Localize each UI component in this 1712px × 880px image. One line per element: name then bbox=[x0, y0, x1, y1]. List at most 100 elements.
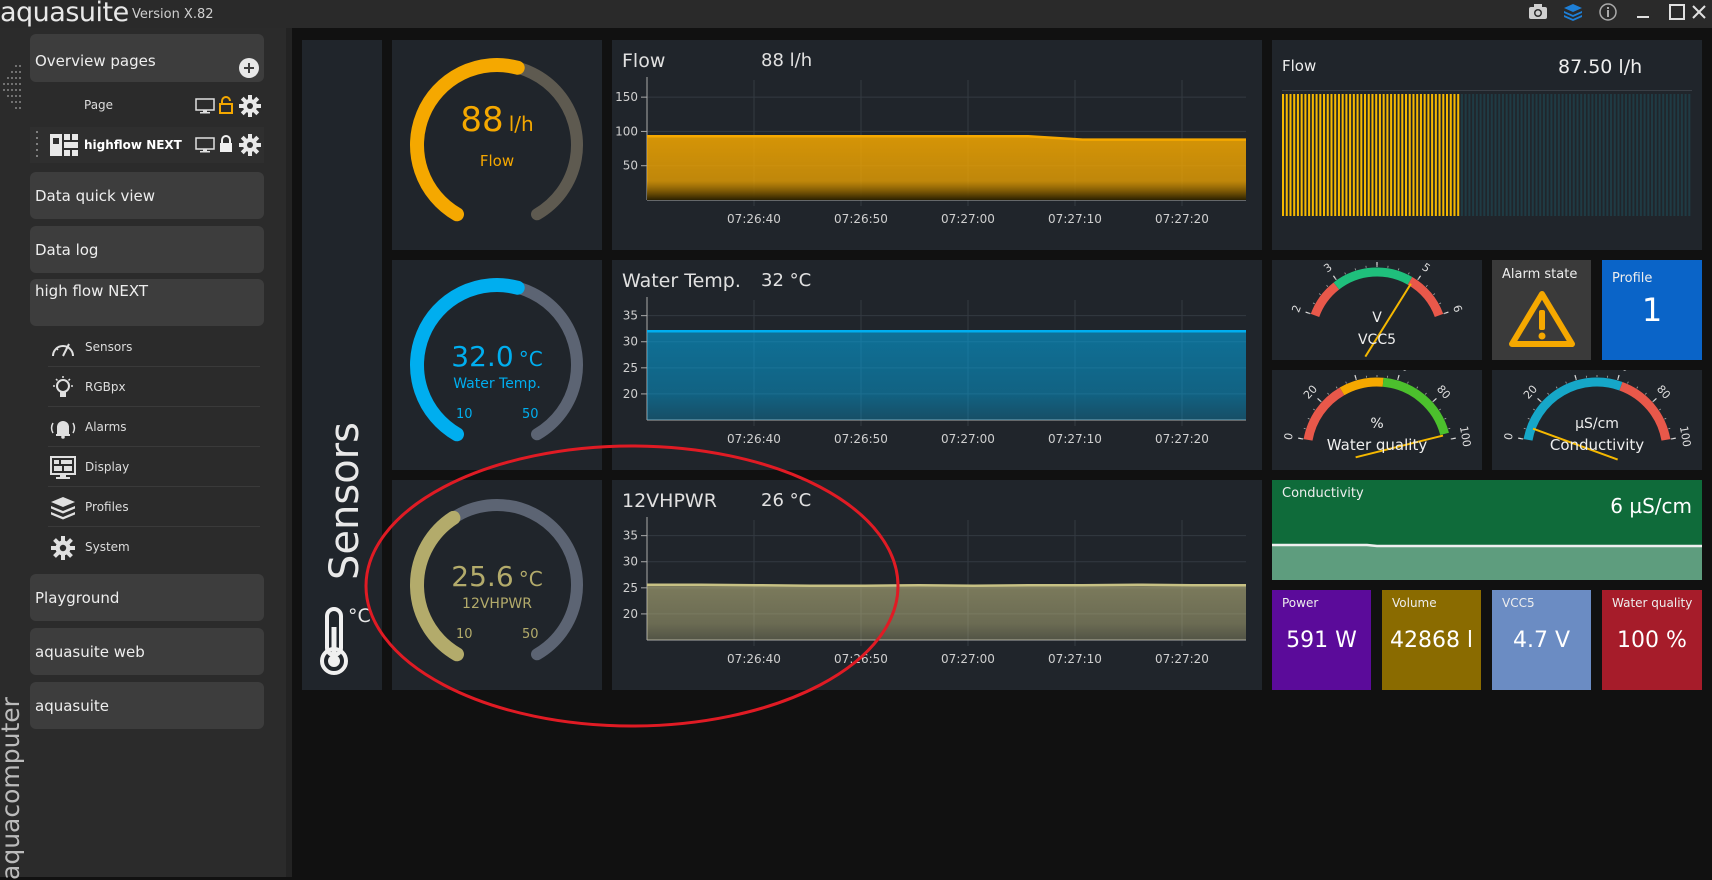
flow-bar-segment bbox=[1632, 94, 1634, 216]
flow-bar-segment bbox=[1606, 94, 1608, 216]
mini-gauge-minor-tick bbox=[1313, 303, 1315, 304]
mini-gauge-water-quality: 020406080100 % Water quality bbox=[1272, 370, 1482, 470]
gauge-value: 32.0 bbox=[451, 340, 513, 373]
mini-gauge-tick-label: 3 bbox=[1321, 261, 1334, 276]
mini-gauge-minor-tick bbox=[1576, 378, 1577, 380]
flow-bar-meter bbox=[1282, 94, 1692, 216]
unlock-icon[interactable] bbox=[219, 96, 233, 114]
mini-gauge-minor-tick bbox=[1335, 278, 1336, 280]
add-page-icon[interactable] bbox=[239, 58, 259, 78]
mini-gauge-label: Water quality bbox=[1272, 436, 1482, 454]
value-tile-title: Water quality bbox=[1612, 596, 1692, 610]
flow-bar-segment-lit bbox=[1282, 94, 1284, 216]
section-aquasuite-web[interactable]: aquasuite web bbox=[30, 628, 264, 675]
section-high-flow-next[interactable]: high flow NEXT bbox=[30, 279, 264, 326]
layers-icon[interactable] bbox=[1560, 2, 1586, 26]
mini-gauge-minor-tick bbox=[1355, 268, 1356, 270]
nav-item-profiles[interactable]: Profiles bbox=[48, 490, 260, 527]
nav-item-label: Sensors bbox=[85, 340, 132, 354]
x-tick-label: 07:27:00 bbox=[941, 212, 995, 226]
value-tile-vcc5[interactable]: VCC5 4.7 V bbox=[1492, 590, 1591, 690]
monitor-icon[interactable] bbox=[195, 98, 215, 114]
mini-gauge-band bbox=[1336, 272, 1410, 286]
nav-item-alarms[interactable]: Alarms bbox=[48, 410, 260, 447]
mini-gauge-unit: µS/cm bbox=[1492, 416, 1702, 432]
mini-gauge-minor-tick bbox=[1426, 285, 1427, 286]
value-tile-power[interactable]: Power 591 W bbox=[1272, 590, 1371, 690]
info-icon[interactable] bbox=[1595, 2, 1621, 26]
page-item-page[interactable]: Page bbox=[30, 88, 264, 124]
profile-tile[interactable]: Profile 1 bbox=[1602, 260, 1702, 360]
page-item-label: highflow NEXT bbox=[84, 138, 182, 152]
flow-bar-segment bbox=[1673, 94, 1675, 216]
flow-bar-segment-lit bbox=[1371, 94, 1373, 216]
lock-icon[interactable] bbox=[219, 135, 233, 153]
mini-gauge-vcc5: 23456 V VCC5 bbox=[1272, 260, 1482, 360]
close-icon[interactable] bbox=[1686, 2, 1712, 26]
minimize-icon[interactable] bbox=[1630, 2, 1656, 26]
section-playground[interactable]: Playground bbox=[30, 574, 264, 621]
mini-gauge-tick-label: 20 bbox=[1521, 383, 1540, 402]
camera-icon[interactable] bbox=[1525, 2, 1551, 26]
conductivity-tile[interactable]: Conductivity 6 µS/cm bbox=[1272, 480, 1702, 580]
x-tick-label: 07:27:20 bbox=[1155, 432, 1209, 446]
flow-bar-segment-lit bbox=[1420, 94, 1422, 216]
value-tile-title: Volume bbox=[1392, 596, 1437, 610]
flow-bar-segment bbox=[1554, 94, 1556, 216]
x-tick-label: 07:27:20 bbox=[1155, 652, 1209, 666]
flow-chart: 07:26:4007:26:5007:27:0007:27:1007:27:20… bbox=[612, 40, 1262, 250]
mini-gauge-minor-tick bbox=[1439, 409, 1441, 410]
flow-bar-segment bbox=[1655, 94, 1657, 216]
gauge-readout: 32.0 °C bbox=[392, 340, 602, 373]
mini-gauge-minor-tick bbox=[1618, 378, 1619, 380]
section-aquasuite[interactable]: aquasuite bbox=[30, 682, 264, 729]
drag-handle-icon[interactable] bbox=[2, 60, 24, 120]
flow-bar-segment bbox=[1476, 94, 1478, 216]
flow-bar-segment-lit bbox=[1345, 94, 1347, 216]
flow-bar-segment bbox=[1573, 94, 1575, 216]
flow-bar-segment-lit bbox=[1364, 94, 1366, 216]
mini-gauge-minor-tick bbox=[1628, 382, 1629, 384]
section-label: Data quick view bbox=[35, 187, 155, 205]
mini-gauge-minor-tick bbox=[1398, 378, 1399, 380]
section-data-log[interactable]: Data log bbox=[30, 226, 264, 273]
monitor-icon[interactable] bbox=[195, 137, 215, 153]
gear-icon[interactable] bbox=[239, 134, 261, 156]
flow-bar-segment bbox=[1465, 94, 1467, 216]
value-tile-water-quality[interactable]: Water quality 100 % bbox=[1602, 590, 1702, 690]
mini-gauge-minor-tick bbox=[1418, 278, 1419, 280]
gear-icon[interactable] bbox=[239, 95, 261, 117]
mini-gauge-unit: % bbox=[1272, 416, 1482, 432]
nav-item-system[interactable]: System bbox=[48, 530, 260, 566]
gauge-readout: 88 l/h bbox=[392, 100, 602, 140]
flow-bar-segment bbox=[1487, 94, 1489, 216]
flow-bar-segment-lit bbox=[1435, 94, 1437, 216]
gauge-value: 88 bbox=[460, 100, 503, 140]
value-tile-volume[interactable]: Volume 42868 l bbox=[1382, 590, 1481, 690]
mini-gauge-minor-tick bbox=[1540, 400, 1541, 401]
page-item-highflow-next[interactable]: highflow NEXT bbox=[30, 127, 264, 163]
flow-bar-segment-lit bbox=[1412, 94, 1414, 216]
overview-pages-section[interactable]: Overview pages bbox=[30, 34, 264, 82]
app-logo: aquasuite bbox=[0, 0, 129, 28]
conductivity-value: 6 µS/cm bbox=[1610, 494, 1692, 518]
section-data-quick-view[interactable]: Data quick view bbox=[30, 172, 264, 219]
app-version: Version X.82 bbox=[132, 7, 214, 22]
mini-gauge-minor-tick bbox=[1439, 303, 1441, 304]
nav-item-sensors[interactable]: Sensors bbox=[48, 330, 260, 367]
gauge-max: 50 bbox=[522, 407, 539, 422]
gauge-label: Water Temp. bbox=[392, 376, 602, 392]
flow-bar-segment bbox=[1513, 94, 1515, 216]
flow-bar-segment-lit bbox=[1439, 94, 1441, 216]
flow-bar-segment bbox=[1640, 94, 1642, 216]
mini-gauge-minor-tick bbox=[1408, 382, 1409, 384]
alarm-state-tile[interactable]: Alarm state bbox=[1492, 260, 1591, 360]
flow-bar-segment bbox=[1509, 94, 1511, 216]
gauge-min: 10 bbox=[456, 407, 473, 422]
flow-bar-segment-lit bbox=[1301, 94, 1303, 216]
flow-bar-segment-lit bbox=[1450, 94, 1452, 216]
nav-item-rgbpx[interactable]: RGBpx bbox=[48, 370, 260, 407]
nav-item-display[interactable]: Display bbox=[48, 450, 260, 487]
drag-grip-icon[interactable] bbox=[34, 129, 40, 161]
flow-bar-segment-lit bbox=[1289, 94, 1291, 216]
